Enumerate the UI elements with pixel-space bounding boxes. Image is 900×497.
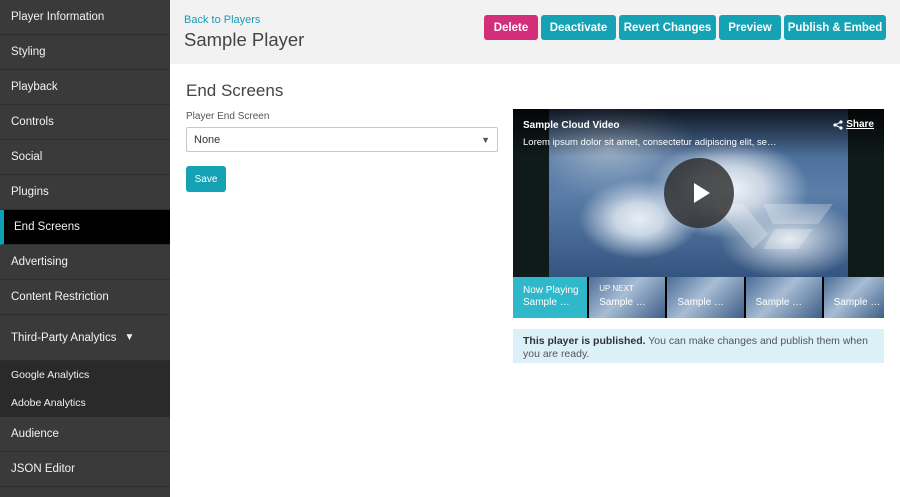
sidebar-item-advertising[interactable]: Advertising (0, 245, 170, 280)
video-title: Sample Cloud Video (523, 120, 620, 131)
thumb-label: Sample … (599, 297, 646, 308)
playlist-thumb-now-playing[interactable]: Now Playing Sample … (513, 277, 588, 318)
sidebar-item-json-editor[interactable]: JSON Editor (0, 452, 170, 487)
play-icon (693, 183, 710, 203)
sidebar-subitem-label: Google Analytics (11, 369, 90, 381)
revert-changes-button[interactable]: Revert Changes (619, 15, 716, 40)
share-label: Share (846, 119, 874, 130)
chevron-down-icon: ▼ (481, 135, 490, 145)
sidebar-subitem-adobe-analytics[interactable]: Adobe Analytics (0, 389, 170, 417)
sidebar-item-label: End Screens (14, 221, 80, 233)
brand-watermark-icon (713, 204, 833, 249)
video-description: Lorem ipsum dolor sit amet, consectetur … (523, 137, 777, 148)
thumb-label: Now Playing Sample … (523, 285, 579, 308)
sidebar-item-content-restriction[interactable]: Content Restriction (0, 280, 170, 315)
sidebar-item-audience[interactable]: Audience (0, 417, 170, 452)
save-button[interactable]: Save (186, 166, 226, 192)
deactivate-button[interactable]: Deactivate (541, 15, 616, 40)
player-preview: Sample Cloud Video Lorem ipsum dolor sit… (513, 109, 884, 318)
playlist-strip: Now Playing Sample … UP NEXT Sample … Sa… (513, 277, 884, 318)
sidebar-item-third-party-analytics[interactable]: Third-Party Analytics ▼ (0, 315, 170, 361)
end-screen-label: Player End Screen (186, 111, 270, 122)
thumb-label: Sample … (755, 297, 803, 308)
end-screen-select[interactable]: None ▼ (186, 127, 498, 152)
sidebar-subitem-label: Adobe Analytics (11, 397, 86, 409)
select-value: None (194, 133, 221, 146)
sidebar-item-playback[interactable]: Playback (0, 70, 170, 105)
sidebar-item-player-information[interactable]: Player Information (0, 0, 170, 35)
playlist-thumb[interactable]: Sample … (745, 277, 822, 318)
thumb-label: Sample … (833, 297, 881, 308)
sidebar-item-label: JSON Editor (11, 463, 75, 475)
published-notice: This player is published. You can make c… (513, 329, 884, 363)
share-button[interactable]: Share (833, 119, 874, 130)
play-button[interactable] (664, 158, 734, 228)
sidebar-item-label: Content Restriction (11, 291, 109, 303)
sidebar-item-social[interactable]: Social (0, 140, 170, 175)
sidebar-item-end-screens[interactable]: End Screens (0, 210, 170, 245)
playlist-thumb[interactable]: UP NEXT Sample … (589, 277, 666, 318)
sidebar-item-plugins[interactable]: Plugins (0, 175, 170, 210)
sidebar-item-label: Playback (11, 81, 58, 93)
sidebar-item-label: Advertising (11, 256, 68, 268)
publish-embed-button[interactable]: Publish & Embed (784, 15, 886, 40)
sidebar-item-label: Styling (11, 46, 46, 58)
caret-down-icon: ▼ (124, 332, 135, 343)
sidebar-item-label: Plugins (11, 186, 49, 198)
up-next-label: UP NEXT (599, 284, 634, 293)
video-area: Sample Cloud Video Lorem ipsum dolor sit… (513, 109, 884, 277)
page-header: Back to Players Sample Player Delete Dea… (170, 0, 900, 64)
thumb-label: Sample … (677, 297, 725, 308)
sidebar-item-label: Social (11, 151, 43, 163)
page-title: Sample Player (184, 29, 305, 50)
sidebar-subitem-google-analytics[interactable]: Google Analytics (0, 361, 170, 389)
preview-button[interactable]: Preview (719, 15, 781, 40)
playlist-thumb[interactable]: Sample … (823, 277, 884, 318)
sidebar-item-label: Audience (11, 428, 59, 440)
title-overlay (513, 109, 884, 157)
share-icon (833, 119, 843, 130)
sidebar-item-styling[interactable]: Styling (0, 35, 170, 70)
sidebar-item-label: Controls (11, 116, 54, 128)
sidebar-item-controls[interactable]: Controls (0, 105, 170, 140)
back-to-players-link[interactable]: Back to Players (184, 14, 260, 26)
delete-button[interactable]: Delete (484, 15, 538, 40)
sidebar-nav: Player Information Styling Playback Cont… (0, 0, 170, 497)
sidebar-item-label: Player Information (11, 11, 105, 23)
playlist-thumb[interactable]: Sample … (667, 277, 744, 318)
notice-bold: This player is published. (523, 335, 646, 347)
section-title: End Screens (186, 81, 284, 100)
sidebar-item-label: Third-Party Analytics (11, 331, 117, 344)
